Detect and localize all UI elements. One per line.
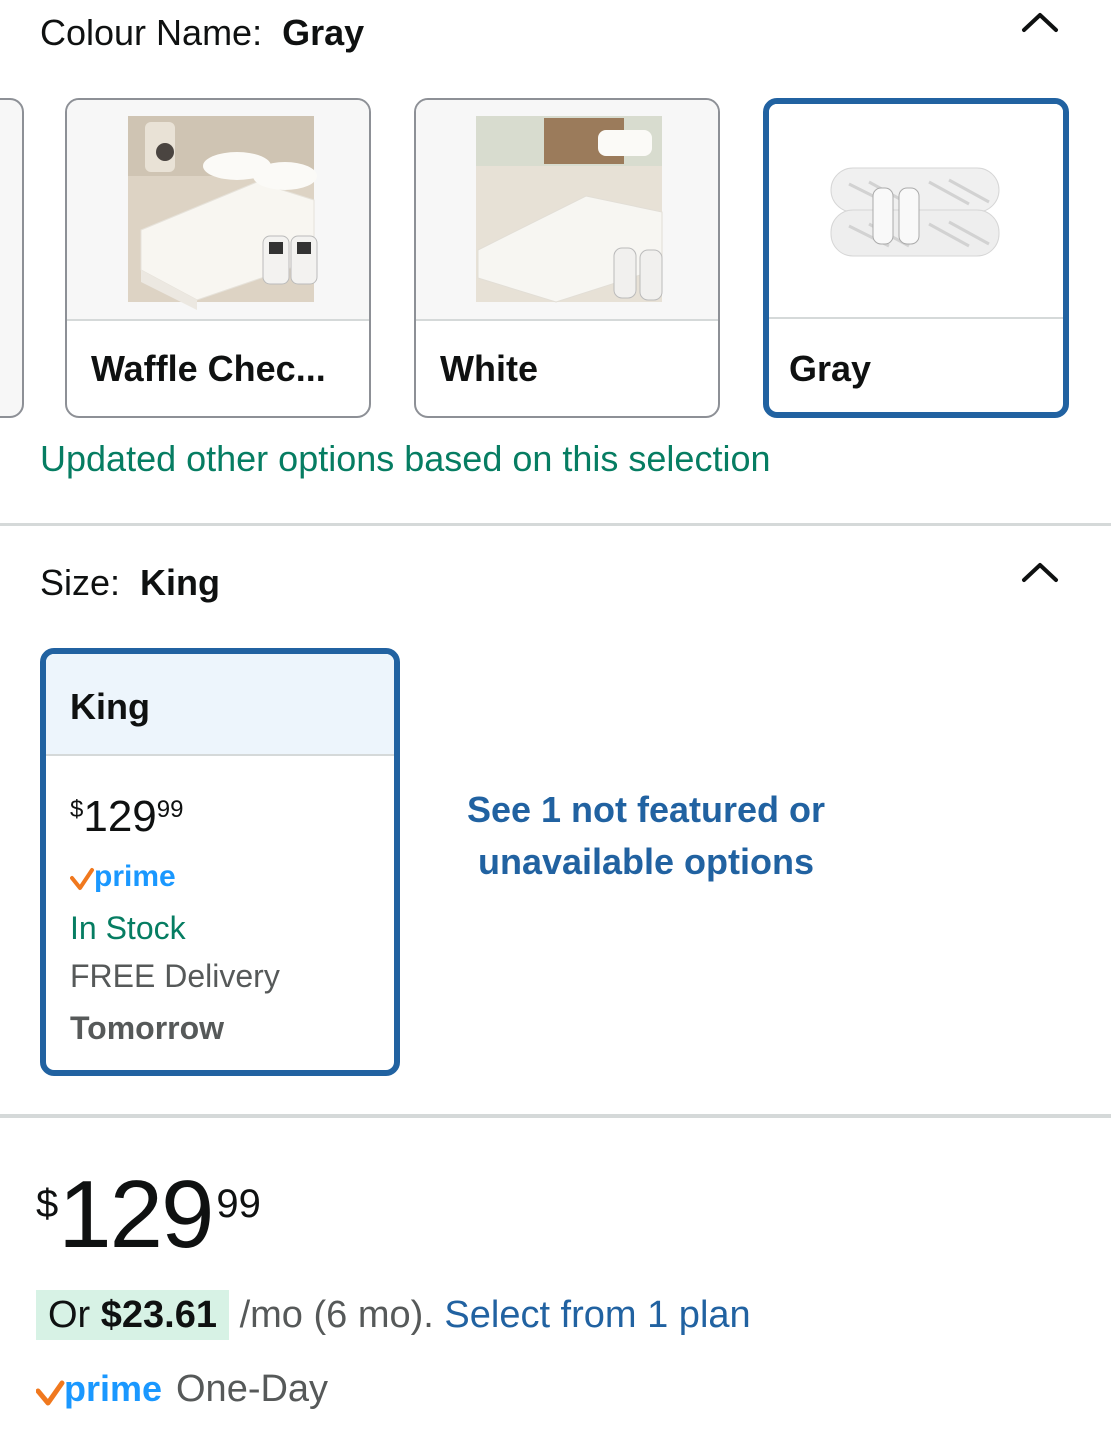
mattress-pad-bedroom-image [128, 116, 318, 310]
delivery-text: FREE Delivery [70, 958, 280, 994]
swatch-gray[interactable]: Gray [763, 98, 1069, 418]
swatch-label: White [440, 348, 538, 389]
swatch-white[interactable]: White [414, 98, 720, 418]
swatch-partial-left[interactable] [0, 98, 24, 418]
divider [0, 523, 1111, 526]
swatch-label: Gray [789, 348, 872, 389]
select-plan-link[interactable]: Select from 1 plan [444, 1294, 750, 1336]
size-label: Size: [40, 562, 121, 603]
size-option-price: $12999 [70, 792, 183, 842]
prime-logo-icon: prime [35, 1368, 162, 1409]
main-price: $129 99 [36, 1160, 261, 1270]
size-option-header: King [46, 654, 394, 756]
swatch-image-area [67, 100, 369, 321]
prime-speed: One-Day [176, 1368, 329, 1410]
colour-selected-value: Gray [282, 12, 365, 53]
delivery-day: Tomorrow [70, 1010, 225, 1046]
swatch-image-area [769, 104, 1063, 319]
see-unavailable-options-link[interactable]: See 1 not featured or unavailable option… [440, 784, 852, 888]
price-symbol: $ [36, 1182, 59, 1226]
price-symbol: $ [70, 796, 84, 823]
swatch-waffle-check[interactable]: Waffle Chec... [65, 98, 371, 418]
colour-heading: Colour Name: Gray [40, 12, 364, 54]
chevron-up-icon[interactable] [1020, 10, 1060, 34]
mattress-pad-white-image [476, 116, 663, 303]
chevron-up-icon[interactable] [1020, 560, 1060, 584]
stock-status: In Stock [70, 910, 186, 946]
prime-badge: prime [70, 858, 190, 903]
svg-text:prime: prime [94, 860, 176, 893]
price-cents: 99 [156, 796, 184, 823]
colour-label: Colour Name: [40, 12, 263, 53]
installment-prefix: Or [48, 1294, 91, 1336]
selection-update-message: Updated other options based on this sele… [40, 438, 771, 479]
price-whole: 129 [83, 792, 157, 841]
installment-plan: Or $23.61 /mo (6 mo). Select from 1 plan [36, 1290, 751, 1340]
svg-text:prime: prime [64, 1369, 162, 1409]
mattress-pad-folded-image [830, 167, 1000, 257]
size-option-title: King [70, 686, 150, 727]
size-heading: Size: King [40, 562, 220, 604]
installment-suffix: /mo (6 mo). [239, 1294, 434, 1336]
divider [0, 1114, 1111, 1118]
installment-highlight: Or $23.61 [36, 1290, 230, 1340]
price-whole: 129 [58, 1161, 214, 1268]
size-option-king[interactable]: King $12999 prime In Stock FREE Delivery… [40, 648, 400, 1076]
installment-amount: $23.61 [100, 1294, 218, 1336]
swatch-label: Waffle Chec... [91, 348, 326, 389]
prime-logo-icon: prime [70, 860, 176, 893]
prime-one-day: prime One-Day [35, 1368, 329, 1413]
swatch-image-area [416, 100, 718, 321]
price-cents: 99 [216, 1182, 261, 1226]
size-selected-value: King [140, 562, 221, 603]
